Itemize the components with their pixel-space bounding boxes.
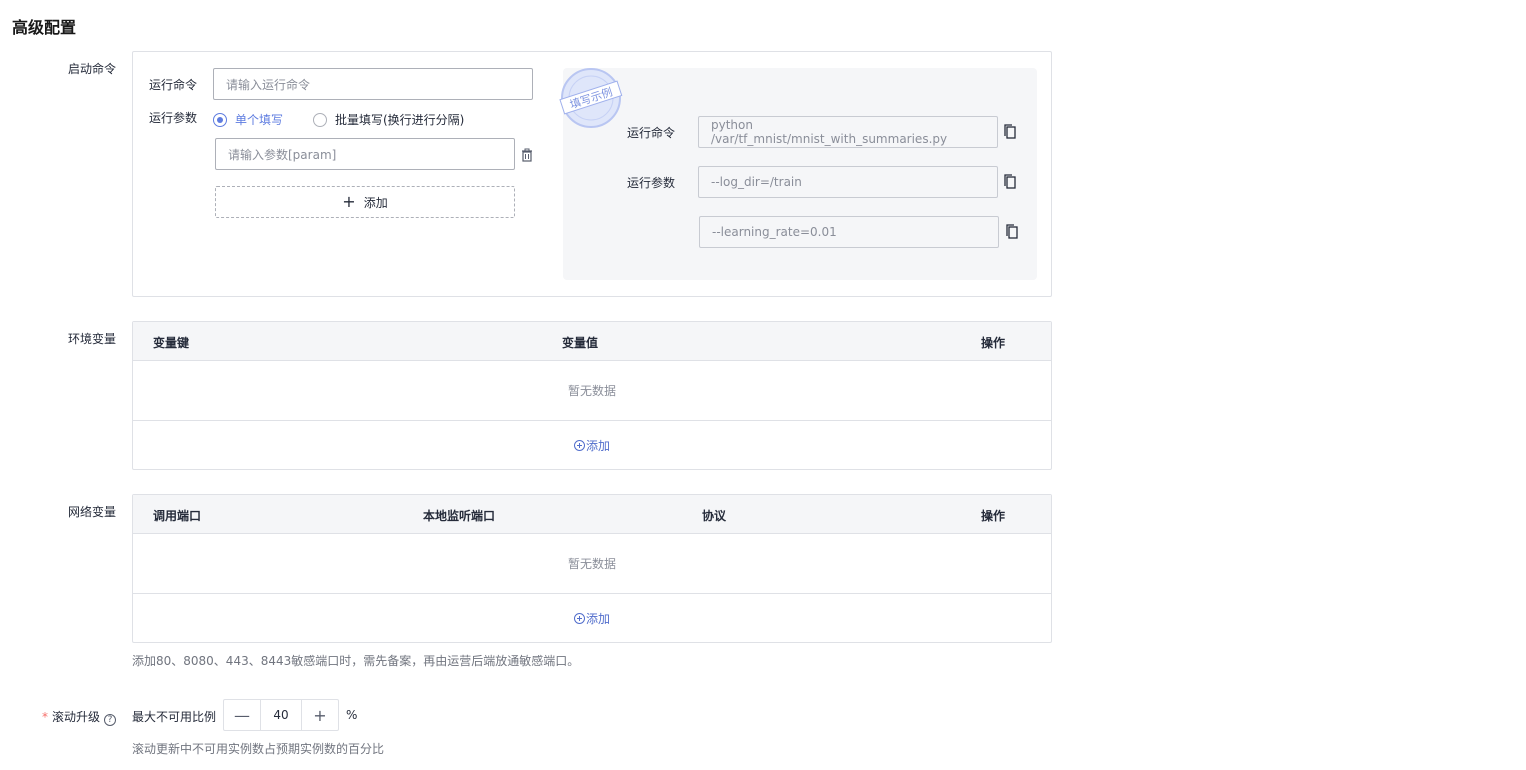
decrement-button[interactable]: — xyxy=(224,700,260,730)
table-header: 变量键 变量值 操作 xyxy=(133,322,1051,361)
table-header: 调用端口 本地监听端口 协议 操作 xyxy=(133,495,1051,534)
network-hint: 添加80、8080、443、8443敏感端口时，需先备案，再由运营后端放通敏感端… xyxy=(132,654,580,668)
example-panel: 填写示例 运行命令 python /var/tf_mnist/mnist_wit… xyxy=(559,68,1037,280)
rolling-hint: 滚动更新中不可用实例数占预期实例数的百分比 xyxy=(132,742,385,756)
radio-single-text: 单个填写 xyxy=(235,113,284,127)
page-title: 高级配置 xyxy=(12,18,77,37)
column-header: 调用端口 xyxy=(153,509,202,523)
run-params-label: 运行参数 xyxy=(149,111,198,125)
example-stamp: 填写示例 xyxy=(559,68,623,128)
example-param-input: --learning_rate=0.01 xyxy=(699,216,999,248)
column-header: 操作 xyxy=(981,509,1006,523)
radio-batch-text: 批量填写(换行进行分隔) xyxy=(335,113,465,127)
env-vars-table: 变量键 变量值 操作 暂无数据 添加 xyxy=(132,321,1052,470)
column-header: 操作 xyxy=(981,336,1006,350)
max-unavailable-label: 最大不可用比例 xyxy=(132,710,217,724)
rolling-upgrade-text: 滚动升级 xyxy=(51,710,100,724)
table-empty: 暂无数据 xyxy=(133,361,1051,421)
env-vars-label: 环境变量 xyxy=(67,332,116,346)
copy-icon[interactable] xyxy=(1005,224,1019,240)
add-env-label: 添加 xyxy=(585,438,610,453)
rolling-upgrade-label: * 滚动升级? xyxy=(12,708,116,726)
example-run-command-input: python /var/tf_mnist/mnist_with_summarie… xyxy=(698,116,998,148)
add-param-button[interactable]: + 添加 xyxy=(215,186,515,218)
add-circle-icon xyxy=(573,612,585,624)
plus-icon: + xyxy=(342,192,356,211)
radio-single[interactable]: 单个填写 xyxy=(213,111,283,128)
help-icon[interactable]: ? xyxy=(104,714,116,726)
add-param-label: 添加 xyxy=(363,195,388,210)
table-empty: 暂无数据 xyxy=(133,534,1051,594)
max-unavailable-stepper: — 40 + xyxy=(223,699,339,731)
startup-command-box: 运行命令 请输入运行命令 运行参数 单个填写 批量填写(换行进行分隔) 请输入参… xyxy=(132,51,1052,297)
example-param-input: --log_dir=/train xyxy=(698,166,998,198)
radio-single-dot xyxy=(213,112,227,127)
add-circle-icon xyxy=(573,439,585,451)
add-network-label: 添加 xyxy=(585,611,610,626)
column-header: 本地监听端口 xyxy=(423,509,496,523)
radio-batch[interactable]: 批量填写(换行进行分隔) xyxy=(313,111,464,128)
percent-unit: % xyxy=(346,708,358,722)
startup-command-label: 启动命令 xyxy=(67,62,116,76)
example-run-params-label: 运行参数 xyxy=(627,176,676,190)
column-header: 变量键 xyxy=(153,336,190,350)
add-env-button[interactable]: 添加 xyxy=(133,421,1051,469)
required-mark: * xyxy=(41,710,48,724)
copy-icon[interactable] xyxy=(1003,174,1017,190)
max-unavailable-value[interactable]: 40 xyxy=(260,700,302,730)
network-vars-label: 网络变量 xyxy=(67,505,116,519)
copy-icon[interactable] xyxy=(1003,124,1017,140)
network-vars-table: 调用端口 本地监听端口 协议 操作 暂无数据 添加 xyxy=(132,494,1052,643)
param-input[interactable]: 请输入参数[param] xyxy=(215,138,515,170)
trash-icon[interactable] xyxy=(520,148,534,162)
column-header: 变量值 xyxy=(562,336,599,350)
run-command-label: 运行命令 xyxy=(149,78,198,92)
run-command-input[interactable]: 请输入运行命令 xyxy=(213,68,533,100)
increment-button[interactable]: + xyxy=(302,700,338,730)
radio-batch-dot xyxy=(313,112,327,127)
column-header: 协议 xyxy=(702,509,727,523)
example-run-command-label: 运行命令 xyxy=(627,126,676,140)
add-network-button[interactable]: 添加 xyxy=(133,594,1051,642)
